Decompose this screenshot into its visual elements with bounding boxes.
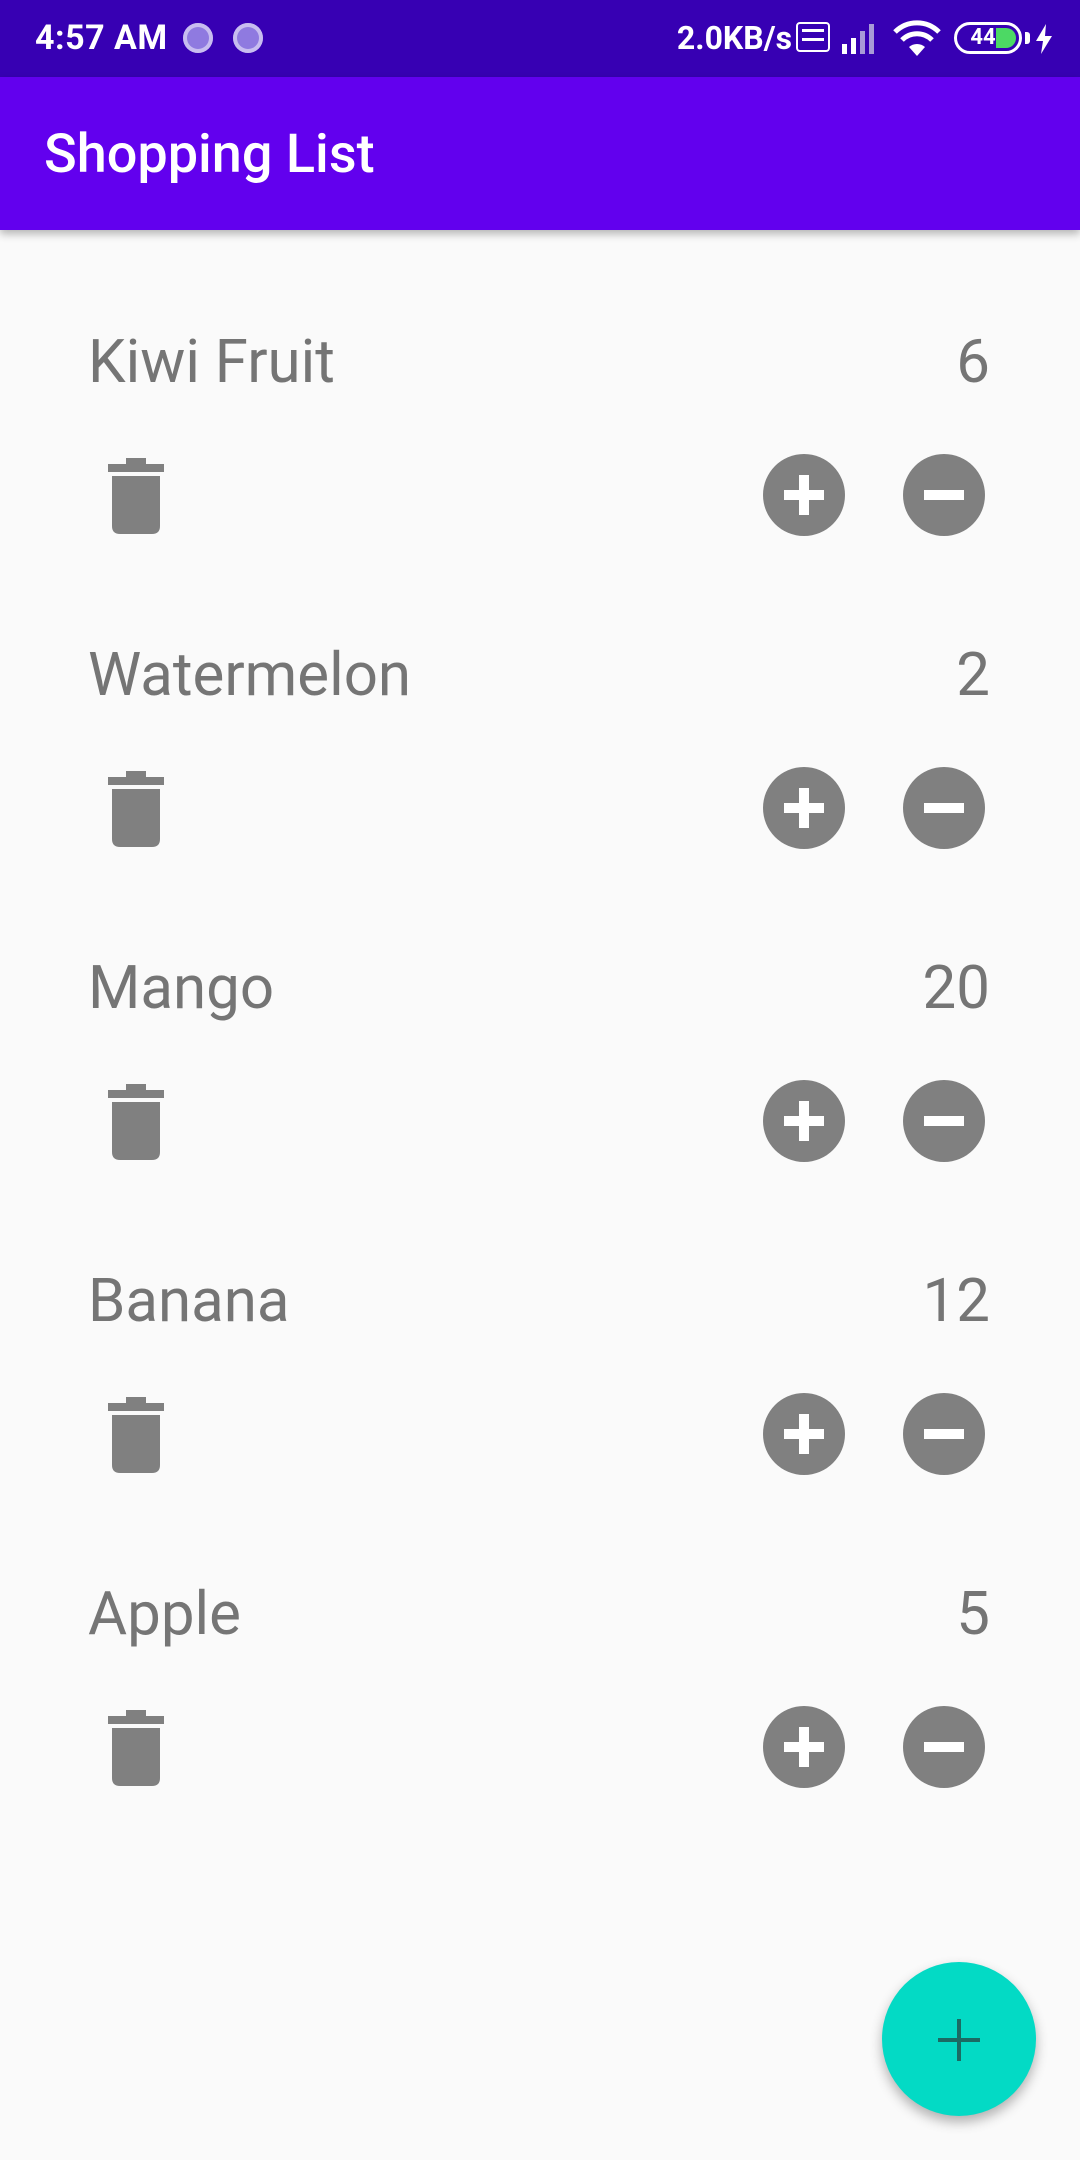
minus-circle-icon	[903, 767, 985, 849]
minus-circle-icon	[903, 454, 985, 536]
list-item: Apple 5	[0, 1482, 1080, 1795]
trash-icon	[108, 458, 164, 534]
delete-button[interactable]	[108, 1084, 164, 1160]
delete-button[interactable]	[108, 771, 164, 847]
decrement-button[interactable]	[903, 454, 985, 536]
status-bar: 4:57 AM 2.0KB/s 44	[0, 0, 1080, 77]
signal-icon	[842, 24, 874, 54]
decrement-button[interactable]	[903, 767, 985, 849]
notification-dot-icon	[183, 23, 213, 53]
plus-circle-icon	[763, 454, 845, 536]
plus-circle-icon	[763, 1393, 845, 1475]
delete-button[interactable]	[108, 1397, 164, 1473]
list-item: Banana 12	[0, 1169, 1080, 1482]
volte-icon	[796, 22, 830, 52]
increment-button[interactable]	[763, 767, 845, 849]
increment-button[interactable]	[763, 1706, 845, 1788]
trash-icon	[108, 1084, 164, 1160]
add-item-button[interactable]	[882, 1962, 1036, 2116]
delete-button[interactable]	[108, 1710, 164, 1786]
minus-circle-icon	[903, 1393, 985, 1475]
battery-level: 44	[970, 25, 996, 50]
item-name: Mango	[88, 952, 275, 1023]
shopping-list: Kiwi Fruit 6 Watermelon 2 Mango 20 Banan…	[0, 230, 1080, 1795]
plus-icon-stem	[957, 2019, 961, 2061]
decrement-button[interactable]	[903, 1393, 985, 1475]
item-name: Kiwi Fruit	[88, 326, 335, 397]
battery-tip	[1025, 32, 1030, 44]
plus-circle-icon	[763, 767, 845, 849]
list-item: Watermelon 2	[0, 543, 1080, 856]
minus-circle-icon	[903, 1080, 985, 1162]
item-name: Apple	[88, 1578, 241, 1649]
trash-icon	[108, 771, 164, 847]
item-name: Watermelon	[88, 639, 412, 710]
item-quantity: 6	[956, 326, 990, 397]
item-quantity: 5	[956, 1578, 990, 1649]
decrement-button[interactable]	[903, 1080, 985, 1162]
list-item: Mango 20	[0, 856, 1080, 1169]
notification-dot-icon	[233, 23, 263, 53]
page-title: Shopping List	[44, 123, 375, 186]
item-quantity: 20	[922, 952, 990, 1023]
minus-circle-icon	[903, 1706, 985, 1788]
wifi-icon	[893, 20, 941, 56]
item-name: Banana	[88, 1265, 290, 1336]
network-speed: 2.0KB/s	[676, 19, 792, 57]
decrement-button[interactable]	[903, 1706, 985, 1788]
battery-icon: 44	[954, 22, 1022, 54]
item-quantity: 2	[956, 639, 990, 710]
delete-button[interactable]	[108, 458, 164, 534]
plus-circle-icon	[763, 1080, 845, 1162]
app-bar: Shopping List	[0, 77, 1080, 230]
increment-button[interactable]	[763, 1393, 845, 1475]
trash-icon	[108, 1710, 164, 1786]
status-time: 4:57 AM	[35, 18, 168, 58]
increment-button[interactable]	[763, 454, 845, 536]
list-item: Kiwi Fruit 6	[0, 230, 1080, 543]
trash-icon	[108, 1397, 164, 1473]
item-quantity: 12	[922, 1265, 990, 1336]
charging-bolt-icon	[1036, 24, 1052, 54]
increment-button[interactable]	[763, 1080, 845, 1162]
plus-circle-icon	[763, 1706, 845, 1788]
